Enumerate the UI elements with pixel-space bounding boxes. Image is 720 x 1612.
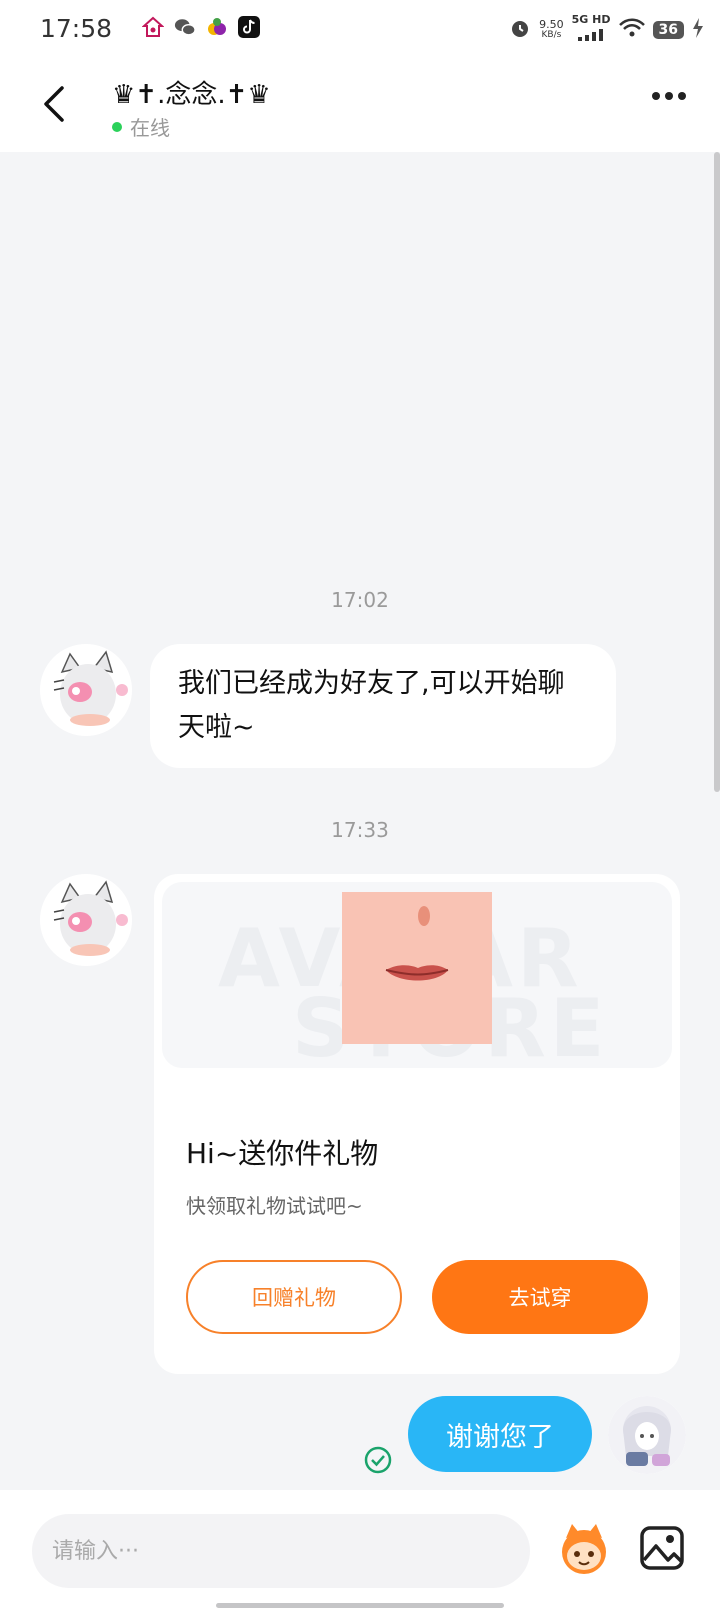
gift-preview: AVATAR STORE	[162, 882, 672, 1068]
status-time: 17:58	[40, 14, 113, 43]
chat-header: ♛✝.念念.✝♛ 在线	[0, 56, 720, 152]
online-status: 在线	[112, 112, 170, 141]
home-indicator[interactable]	[216, 1603, 504, 1608]
image-icon	[640, 1526, 684, 1570]
gift-card[interactable]: AVATAR STORE Hi~送你件礼物 快领取礼物试试吧~ 回赠礼物 去试穿	[154, 874, 680, 1374]
online-status-label: 在线	[130, 116, 170, 140]
network-type: 5G HD	[571, 13, 611, 26]
mascot-emoji-icon	[562, 1524, 606, 1574]
tiktok-icon	[238, 16, 260, 38]
contact-avatar[interactable]	[40, 644, 132, 736]
message-input[interactable]	[32, 1514, 530, 1588]
contact-name: ♛✝.念念.✝♛	[112, 80, 271, 110]
contact-avatar[interactable]	[40, 874, 132, 966]
wifi-icon	[618, 18, 645, 42]
try-on-button[interactable]: 去试穿	[432, 1260, 648, 1334]
more-dot	[678, 92, 686, 100]
notification-icons	[142, 16, 260, 38]
anime-avatar-icon	[608, 1396, 686, 1474]
net-speed: 9.50 KB/s	[539, 19, 564, 41]
more-options-button[interactable]	[652, 92, 686, 100]
charging-icon	[692, 17, 704, 42]
my-avatar[interactable]	[608, 1396, 686, 1474]
status-right: 9.50 KB/s 5G HD 36	[509, 14, 704, 45]
friend-added-message: 我们已经成为好友了,可以开始聊天啦~	[150, 644, 616, 768]
net-speed-unit: KB/s	[541, 29, 562, 40]
timestamp: 17:02	[331, 588, 389, 612]
cat-girl-avatar-icon	[40, 644, 132, 736]
input-bar	[0, 1490, 720, 1612]
alarm-icon	[509, 17, 531, 43]
return-gift-button[interactable]: 回赠礼物	[186, 1260, 402, 1334]
net-speed-value: 9.50	[539, 17, 564, 31]
sent-check-icon	[364, 1446, 392, 1474]
wechat-icon	[174, 16, 196, 38]
outgoing-message: 谢谢您了	[408, 1396, 592, 1472]
gift-item-image	[342, 892, 492, 1044]
battery-indicator: 36	[652, 20, 684, 39]
cell-signal: 5G HD	[572, 14, 611, 45]
chevron-left-icon	[44, 86, 64, 122]
more-dot	[665, 92, 673, 100]
status-bar: 17:58 9.50 KB/s 5G HD 36	[0, 0, 720, 56]
gift-subtitle: 快领取礼物试试吧~	[186, 1194, 363, 1218]
game-app-icon	[206, 16, 228, 38]
image-picker-button[interactable]	[638, 1524, 686, 1572]
cat-girl-avatar-icon	[40, 874, 132, 966]
signal-bars-icon	[578, 26, 604, 45]
app-notification-icon	[142, 16, 164, 38]
lips-icon	[385, 906, 449, 981]
emoji-button[interactable]	[556, 1520, 612, 1576]
more-dot	[652, 92, 660, 100]
scrollbar[interactable]	[714, 152, 720, 792]
back-button[interactable]	[36, 82, 72, 126]
online-dot	[112, 121, 122, 132]
timestamp: 17:33	[331, 818, 389, 842]
gift-title: Hi~送你件礼物	[186, 1137, 379, 1170]
